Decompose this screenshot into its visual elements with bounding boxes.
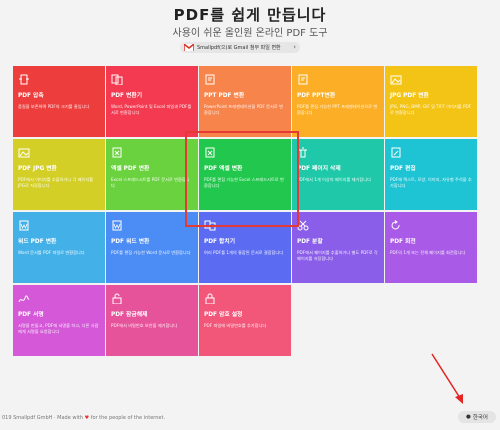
- footer-copyright: 019 Smallpdf GmbH: [2, 415, 53, 421]
- footer-made-with: · Made with: [54, 415, 84, 421]
- language-selector-button[interactable]: ● 한국어: [458, 411, 496, 423]
- language-label: 한국어: [472, 415, 488, 421]
- heart-icon: ♥: [84, 415, 90, 421]
- globe-icon: ●: [466, 414, 471, 420]
- annotation-arrow: [431, 353, 463, 404]
- footer-for-people: for the people of the internet.: [90, 415, 166, 421]
- footer-text: 019 Smallpdf GmbH · Made with ♥ for the …: [2, 415, 165, 421]
